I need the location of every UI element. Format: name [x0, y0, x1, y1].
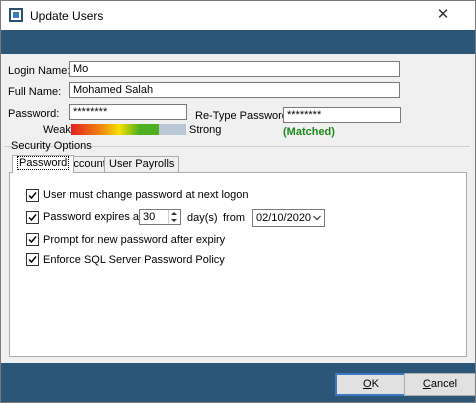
arrow-down-icon[interactable] — [169, 217, 179, 224]
days-unit-label: day(s) — [187, 212, 218, 224]
cancel-mnemonic: C — [422, 378, 431, 390]
checkmark-icon — [28, 256, 37, 264]
password-label: Password: — [8, 108, 60, 120]
cancel-button[interactable]: Cancel — [404, 373, 475, 396]
must-change-checkbox[interactable] — [26, 189, 39, 202]
expiry-days-stepper[interactable]: 30 — [139, 209, 181, 225]
checkmark-icon — [28, 192, 37, 200]
must-change-label: User must change password at next logon — [43, 189, 249, 201]
header-band — [1, 30, 475, 54]
password-match-status: (Matched) — [283, 126, 335, 138]
ok-rest: K — [371, 378, 379, 390]
window-title: Update Users — [30, 9, 104, 23]
full-name-input[interactable]: Mohamed Salah — [69, 82, 400, 98]
cancel-rest: ancel — [430, 378, 458, 390]
ok-button[interactable]: OK — [335, 373, 407, 396]
login-name-input[interactable]: Mo — [69, 61, 400, 77]
chevron-down-icon — [313, 215, 321, 221]
enforce-policy-label: Enforce SQL Server Password Policy — [43, 254, 225, 266]
tab-password-label: Password — [17, 156, 70, 170]
title-bar: Update Users ✕ — [1, 1, 475, 30]
arrow-up-icon[interactable] — [169, 210, 179, 217]
checkmark-icon — [28, 214, 37, 222]
expiry-days-value: 30 — [143, 211, 156, 223]
enforce-policy-checkbox[interactable] — [26, 253, 39, 266]
tab-password[interactable]: Password — [12, 155, 75, 173]
expiry-from-date-value: 02/10/2020 — [256, 212, 312, 224]
stepper-arrows — [168, 210, 180, 224]
retype-password-label: Re-Type Password — [195, 110, 288, 122]
checkmark-icon — [28, 236, 37, 244]
strength-strong-label: Strong — [189, 124, 222, 136]
password-strength-meter — [71, 124, 186, 135]
security-options-label: Security Options — [11, 140, 92, 152]
retype-password-input[interactable]: ******** — [283, 107, 401, 123]
ok-mnemonic: O — [363, 378, 372, 390]
prompt-new-password-checkbox[interactable] — [26, 233, 39, 246]
login-name-label: Login Name: — [8, 65, 71, 77]
close-icon[interactable]: ✕ — [431, 4, 455, 26]
password-input[interactable]: ******** — [69, 104, 187, 120]
prompt-new-password-label: Prompt for new password after expiry — [43, 234, 226, 246]
app-icon — [9, 8, 23, 22]
tab-user-payrolls-label: User Payrolls — [109, 158, 175, 170]
update-users-dialog: Update Users ✕ Login Name: Mo Full Name:… — [0, 0, 476, 403]
expiry-from-date-picker[interactable]: 02/10/2020 — [252, 209, 325, 227]
full-name-label: Full Name: — [8, 86, 62, 98]
from-label: from — [223, 212, 245, 224]
tab-user-payrolls[interactable]: User Payrolls — [104, 156, 180, 172]
strength-weak-label: Weak — [43, 124, 71, 136]
password-expires-checkbox[interactable] — [26, 211, 39, 224]
